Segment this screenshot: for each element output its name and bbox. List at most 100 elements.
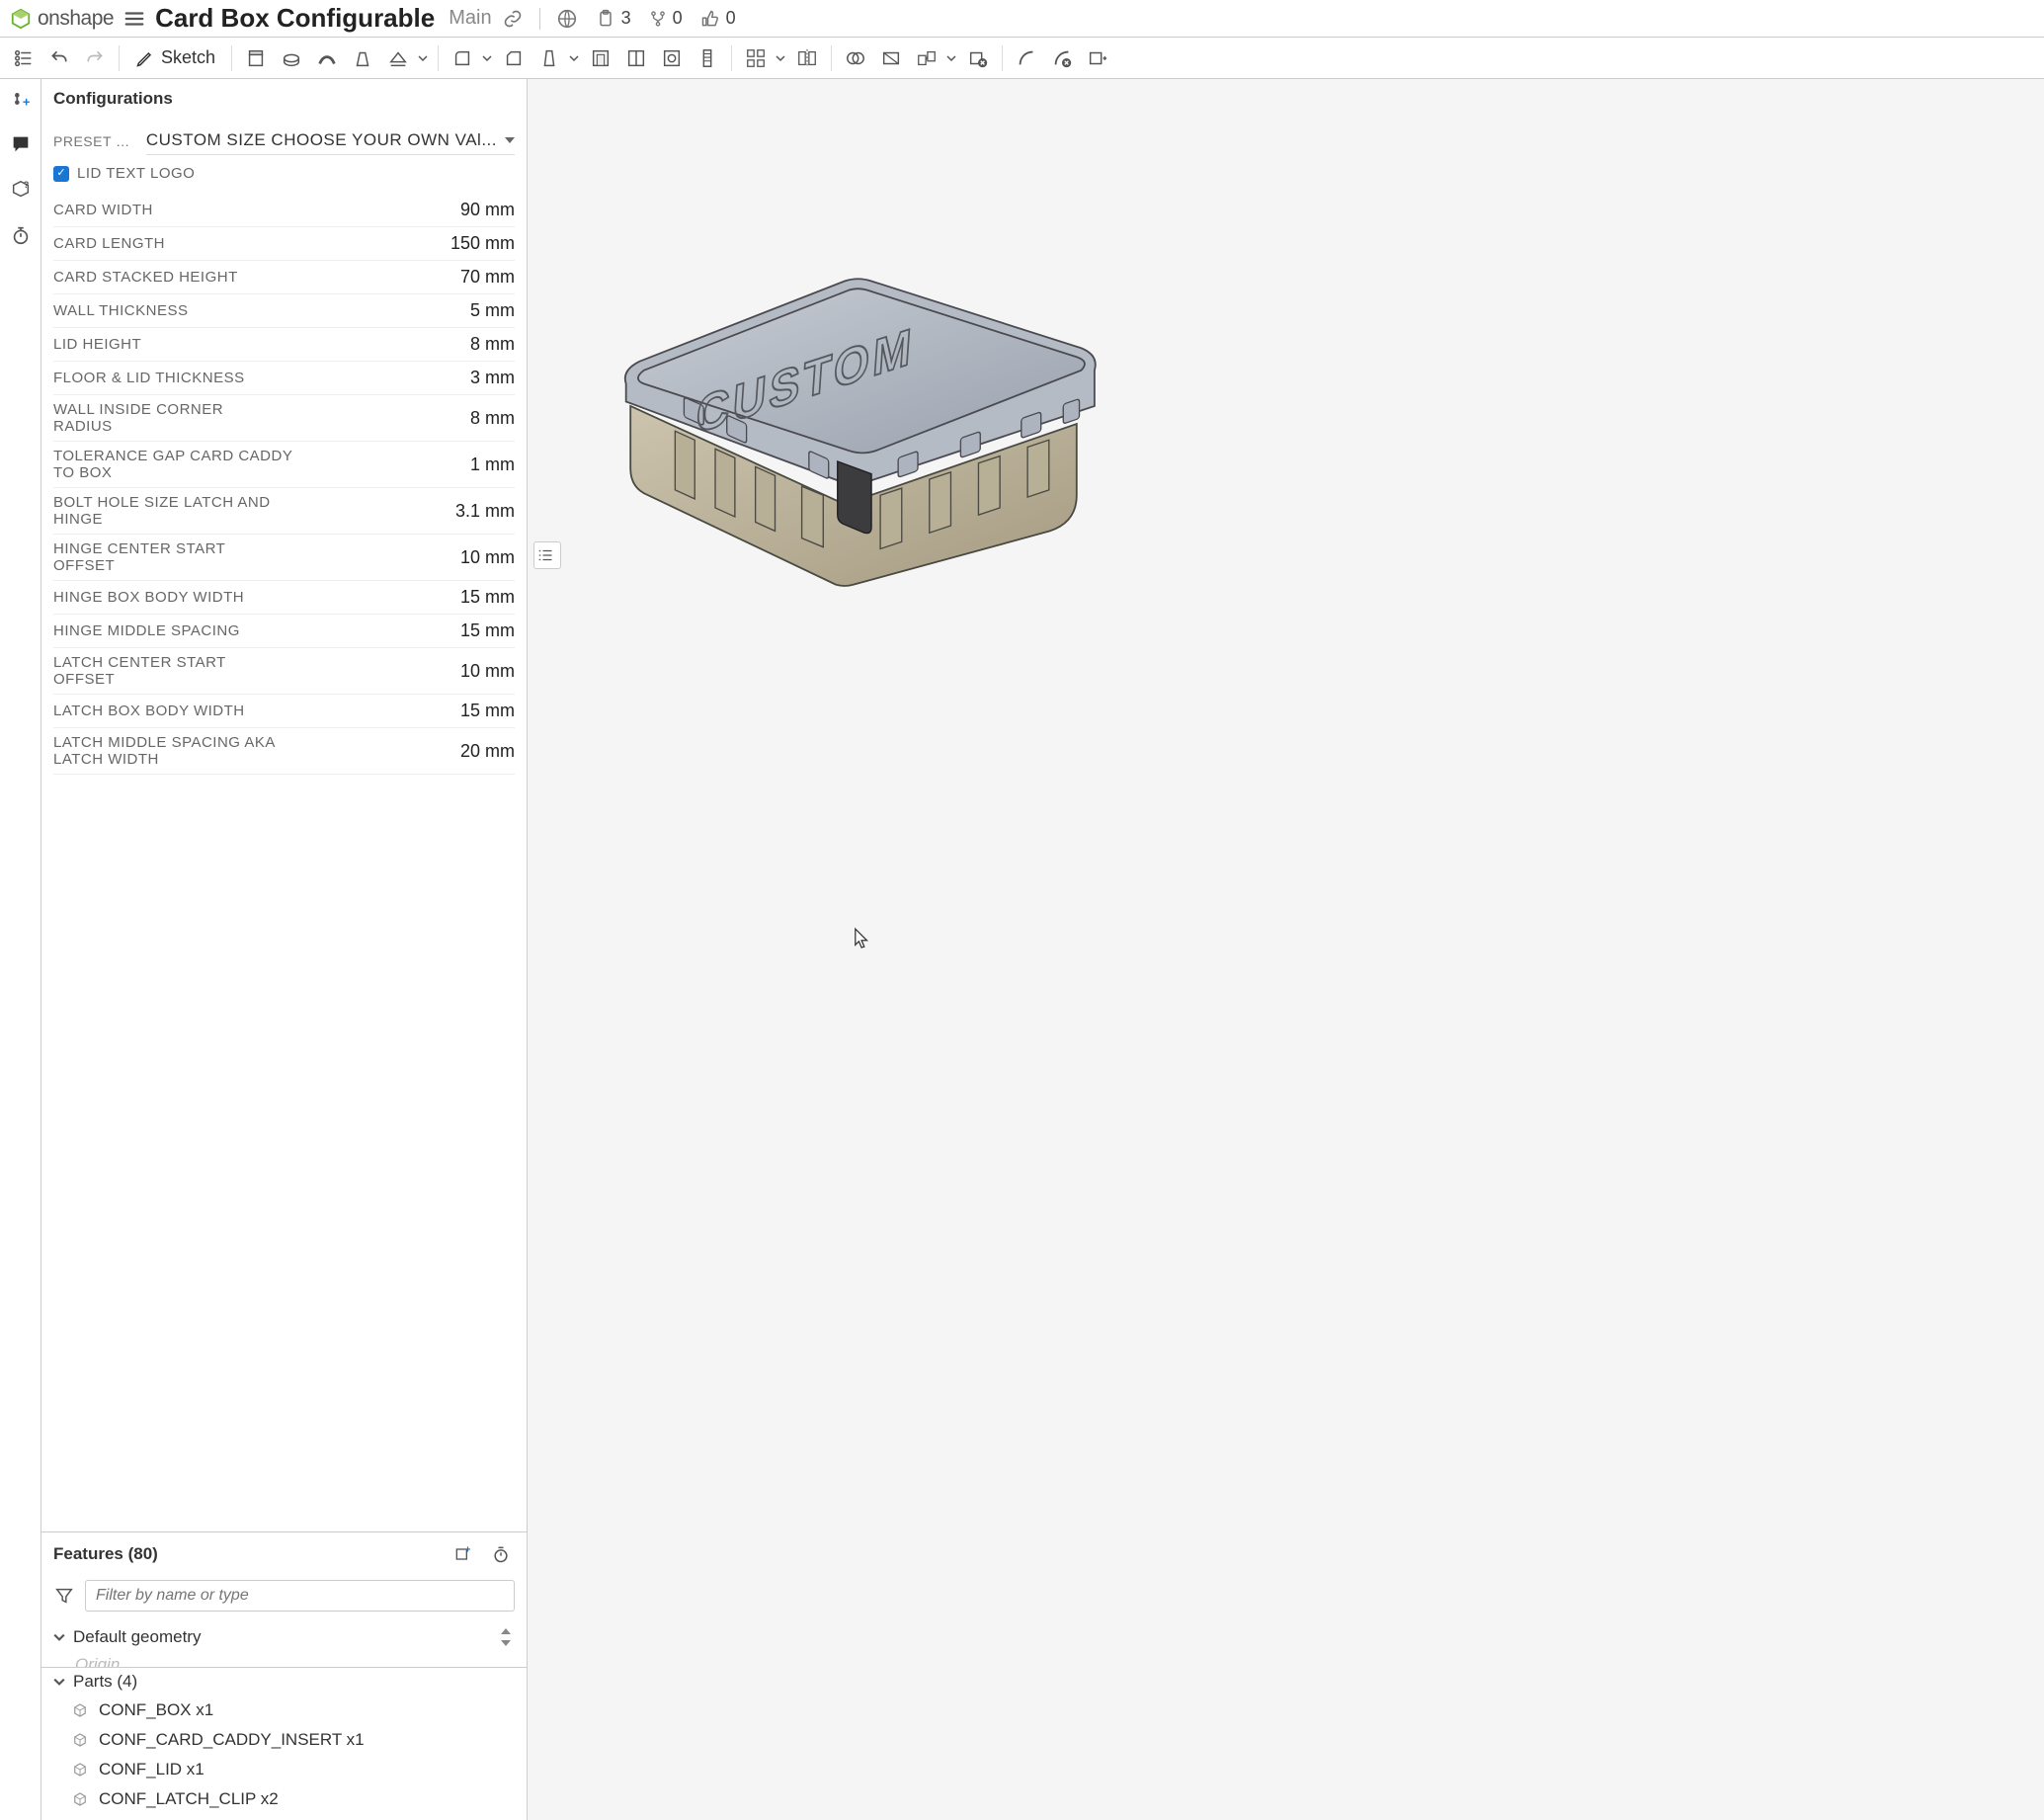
link-icon[interactable] (502, 8, 524, 30)
add-feature-button[interactable]: + (7, 85, 35, 113)
comments-button[interactable] (7, 130, 35, 158)
cursor-pointer-icon (854, 927, 871, 951)
views-button[interactable]: ? (7, 176, 35, 204)
extrude-button[interactable] (242, 44, 270, 72)
chevron-down-icon[interactable] (482, 53, 492, 63)
param-label: HINGE CENTER START OFFSET (53, 540, 288, 574)
separator (438, 45, 439, 71)
param-row: CARD STACKED HEIGHT (53, 261, 515, 294)
origin-row[interactable]: Origin (41, 1655, 527, 1667)
funnel-icon[interactable] (53, 1585, 75, 1607)
fillet-button[interactable] (449, 44, 476, 72)
param-value-input[interactable] (286, 233, 515, 254)
sketch-button[interactable]: Sketch (129, 47, 221, 68)
box-question-icon: ? (10, 179, 32, 201)
chamfer-button[interactable] (500, 44, 528, 72)
preset-row: PRESET SIZES & VARI... CUSTOM SIZE CHOOS… (53, 126, 515, 155)
lid-text-logo-checkbox[interactable]: ✓ LID TEXT LOGO (53, 165, 515, 182)
param-value-input[interactable] (326, 741, 515, 762)
delete-part-button[interactable] (964, 44, 992, 72)
modify-fillet-button[interactable] (1013, 44, 1040, 72)
panel-toggle-button[interactable] (533, 541, 561, 569)
transform-button[interactable] (913, 44, 940, 72)
chevron-down-icon[interactable] (418, 53, 428, 63)
history-button[interactable] (7, 221, 35, 249)
thread-button[interactable] (694, 44, 721, 72)
separator (1002, 45, 1003, 71)
revolve-button[interactable] (278, 44, 305, 72)
part-row[interactable]: CONF_LATCH_CLIP x2 (41, 1784, 527, 1814)
part-label: CONF_LATCH_CLIP x2 (99, 1789, 279, 1809)
hole-button[interactable] (658, 44, 686, 72)
svg-text:?: ? (23, 180, 29, 190)
param-value-input[interactable] (316, 455, 515, 475)
loft-button[interactable] (349, 44, 376, 72)
chevron-down-icon[interactable] (776, 53, 785, 63)
part-row[interactable]: CONF_BOX x1 (41, 1696, 527, 1725)
param-value-input[interactable] (286, 368, 515, 388)
preset-dropdown[interactable]: CUSTOM SIZE CHOOSE YOUR OWN VAl... (146, 126, 515, 155)
branch-name[interactable]: Main (449, 7, 491, 30)
add-custom-feature-button[interactable]: + (450, 1540, 477, 1568)
mirror-button[interactable] (793, 44, 821, 72)
3d-viewport[interactable]: CUSTOM (528, 79, 2044, 1820)
param-label: WALL INSIDE CORNER RADIUS (53, 401, 286, 435)
param-row: CARD LENGTH (53, 227, 515, 261)
param-label: WALL THICKNESS (53, 302, 188, 319)
delete-face-button[interactable] (1048, 44, 1076, 72)
globe-icon[interactable] (556, 8, 578, 30)
checkbox-icon: ✓ (53, 166, 69, 182)
boolean-button[interactable] (842, 44, 869, 72)
origin-label: Origin (75, 1655, 120, 1667)
param-value-input[interactable] (286, 267, 515, 288)
part-row[interactable]: CONF_CARD_CADDY_INSERT x1 (41, 1725, 527, 1755)
param-value-input[interactable] (286, 620, 515, 641)
thicken-button[interactable] (384, 44, 412, 72)
param-row: HINGE CENTER START OFFSET (53, 535, 515, 581)
param-value-input[interactable] (286, 701, 515, 721)
param-value-input[interactable] (286, 200, 515, 220)
pattern-button[interactable] (742, 44, 770, 72)
default-geometry-row[interactable]: Default geometry (41, 1619, 527, 1655)
configurations-title: Configurations (41, 79, 527, 117)
param-label: HINGE MIDDLE SPACING (53, 622, 240, 639)
parts-header-row[interactable]: Parts (4) (41, 1668, 527, 1696)
param-label: LATCH MIDDLE SPACING AKA LATCH WIDTH (53, 734, 326, 768)
filter-input[interactable] (85, 1580, 515, 1612)
sweep-button[interactable] (313, 44, 341, 72)
chevron-down-icon[interactable] (569, 53, 579, 63)
param-row: WALL INSIDE CORNER RADIUS (53, 395, 515, 442)
param-value-input[interactable] (286, 334, 515, 355)
chevron-down-icon[interactable] (946, 53, 956, 63)
param-row: LID HEIGHT (53, 328, 515, 362)
default-geometry-label: Default geometry (73, 1627, 201, 1647)
param-value-input[interactable] (288, 661, 515, 682)
model-render: CUSTOM (577, 227, 1130, 603)
draft-button[interactable] (535, 44, 563, 72)
brand-logo[interactable]: onshape (10, 7, 114, 31)
param-value-input[interactable] (288, 547, 515, 568)
copies-stat[interactable]: 3 (596, 8, 631, 29)
shell-button[interactable] (587, 44, 614, 72)
rib-button[interactable] (622, 44, 650, 72)
undo-button[interactable] (45, 44, 73, 72)
param-label: LATCH BOX BODY WIDTH (53, 703, 245, 719)
move-face-button[interactable] (1084, 44, 1111, 72)
rebuild-button[interactable] (487, 1540, 515, 1568)
param-value-input[interactable] (286, 587, 515, 608)
scroll-buttons[interactable] (501, 1623, 515, 1651)
forks-stat[interactable]: 0 (649, 8, 683, 29)
filter-row (41, 1576, 527, 1619)
svg-text:+: + (22, 94, 30, 109)
feature-list-icon[interactable] (10, 44, 38, 72)
document-title: Card Box Configurable (155, 3, 435, 34)
part-row[interactable]: CONF_LID x1 (41, 1755, 527, 1784)
likes-stat[interactable]: 0 (700, 8, 736, 29)
param-value-input[interactable] (286, 408, 515, 429)
param-value-input[interactable] (286, 300, 515, 321)
menu-icon[interactable] (123, 8, 145, 30)
redo-button[interactable] (81, 44, 109, 72)
param-row: BOLT HOLE SIZE LATCH AND HINGE (53, 488, 515, 535)
param-value-input[interactable] (303, 501, 515, 522)
split-button[interactable] (877, 44, 905, 72)
